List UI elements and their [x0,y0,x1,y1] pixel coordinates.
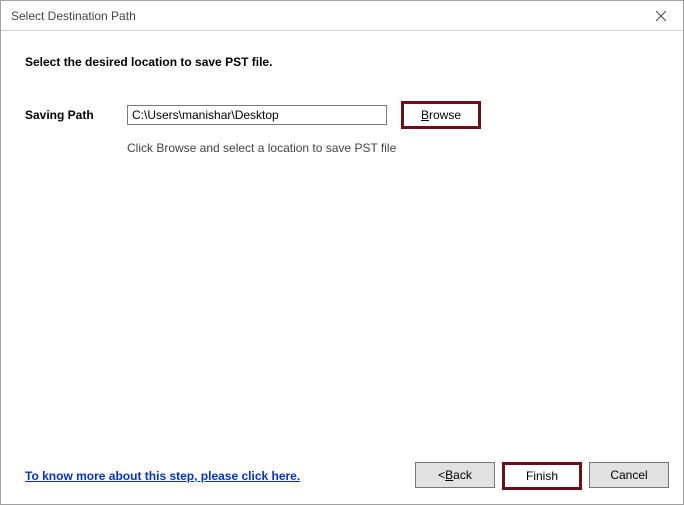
browse-rest: rowse [429,108,461,122]
close-button[interactable] [638,1,683,30]
footer: To know more about this step, please cli… [25,462,669,490]
page-heading: Select the desired location to save PST … [25,55,659,69]
titlebar: Select Destination Path [1,1,683,31]
back-button[interactable]: < Back [415,462,495,488]
button-row: < Back Finish Cancel [415,462,669,490]
finish-button[interactable]: Finish [502,462,582,490]
browse-button[interactable]: Browse [401,101,481,129]
window-title: Select Destination Path [11,9,136,23]
saving-path-input[interactable] [127,105,387,125]
browse-mnemonic: B [421,108,429,122]
saving-path-label: Saving Path [25,108,113,122]
saving-path-row: Saving Path Browse [25,101,659,129]
back-mnemonic: B [445,468,453,482]
cancel-button[interactable]: Cancel [589,462,669,488]
help-link[interactable]: To know more about this step, please cli… [25,469,300,483]
dialog-window: Select Destination Path Select the desir… [0,0,684,505]
back-rest: ack [453,468,472,482]
content-area: Select the desired location to save PST … [1,31,683,504]
back-prefix: < [438,468,445,482]
saving-path-hint: Click Browse and select a location to sa… [127,141,659,155]
close-icon [656,11,666,21]
